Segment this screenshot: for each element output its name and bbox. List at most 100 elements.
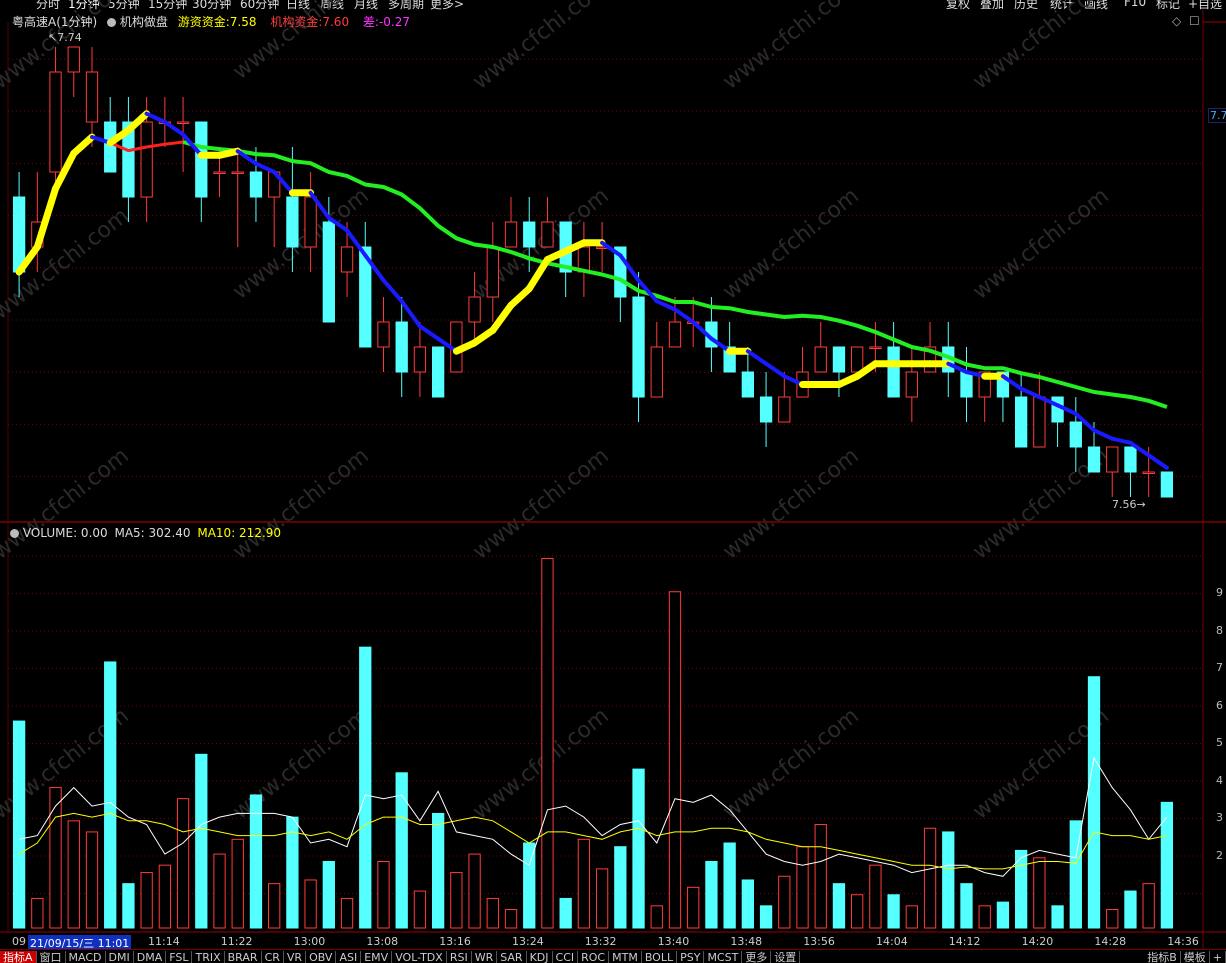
indicator-tab-right[interactable]: 模板	[1181, 951, 1210, 963]
volume-bar	[158, 864, 172, 929]
close-icon[interactable]: ☐	[1189, 14, 1200, 28]
indicator-tab[interactable]: TRIX	[192, 951, 225, 963]
chart-canvas[interactable]: www.cfchi.com www.cfchi.com www.cfchi.com w…	[0, 0, 1226, 962]
ma5-label: MA5: 302.40	[114, 526, 191, 540]
volume-bar	[85, 831, 99, 929]
volume-scale-label: 7	[1216, 661, 1223, 674]
indicator-tab-right[interactable]: 指标B	[1144, 951, 1181, 963]
candle-body	[851, 346, 864, 373]
candle-body	[395, 321, 408, 373]
volume-scale-label: 4	[1216, 773, 1223, 787]
volume-label: VOLUME: 0.00	[22, 526, 108, 540]
indicator-tab[interactable]: ASI	[336, 951, 362, 963]
volume-bar	[340, 897, 354, 929]
candle-body	[523, 221, 536, 248]
indicator-tab[interactable]: MCST	[704, 951, 743, 963]
indicator-tab[interactable]: BRAR	[225, 951, 262, 963]
indicator-tab[interactable]: PSY	[677, 951, 705, 963]
candle-body	[869, 346, 882, 349]
volume-bar	[268, 883, 281, 929]
volume-bar	[978, 905, 991, 929]
indicator-tab[interactable]: DMA	[134, 951, 167, 963]
candle-body	[504, 221, 518, 248]
indicator-name[interactable]: 机构做盘	[120, 15, 168, 29]
diamond-icon[interactable]: ◇	[1172, 14, 1182, 28]
indicator-toggle-icon[interactable]	[107, 18, 117, 27]
indicator-tab[interactable]: VR	[284, 951, 307, 963]
indicator-tab[interactable]: VOL-TDX	[392, 951, 447, 963]
volume-info-line: VOLUME: 0.00 MA5: 302.40 MA10: 212.90	[10, 526, 281, 540]
indicator-tab-right[interactable]: +	[1210, 951, 1226, 963]
indicator-tab[interactable]: WR	[472, 951, 498, 963]
candle-body	[759, 396, 773, 423]
candle-body	[1142, 471, 1155, 474]
indicator-tab[interactable]: FSL	[166, 951, 193, 963]
indicator-tab[interactable]: MTM	[609, 951, 642, 963]
volume-bar	[632, 768, 645, 929]
indicator-tab[interactable]: ROC	[578, 951, 610, 963]
indicator-tab[interactable]: SAR	[497, 951, 527, 963]
indicator-tab[interactable]: CCI	[553, 951, 579, 963]
indicator-tab[interactable]: 设置	[771, 951, 801, 963]
candle-body	[905, 371, 918, 398]
indicator-tab[interactable]: RSI	[447, 951, 472, 963]
candle-body	[231, 171, 244, 174]
ma10-label: MA10: 212.90	[197, 526, 282, 540]
candle-body	[49, 71, 62, 173]
volume-bar	[486, 897, 499, 929]
volume-bar	[104, 661, 117, 929]
indicator-tab[interactable]: 指标A	[0, 951, 37, 963]
ma-fast-line-segment	[216, 147, 242, 159]
indicator-tab[interactable]: CR	[262, 951, 284, 963]
volume-bar	[960, 883, 973, 929]
candle-body	[377, 321, 390, 348]
time-label: 14:20	[1021, 935, 1054, 948]
volume-bar	[577, 838, 591, 929]
indicator-tab[interactable]: EMV	[361, 951, 393, 963]
candle-body	[431, 346, 445, 398]
candle-body	[632, 296, 645, 398]
candle-body	[67, 46, 80, 73]
price-tag: 7.7	[1208, 108, 1226, 123]
candle-body	[668, 321, 682, 348]
time-label: 14:12	[948, 935, 981, 948]
time-label: 13:56	[803, 935, 835, 948]
candle-body	[176, 121, 190, 124]
volume-bar	[67, 820, 80, 929]
volume-bar	[249, 794, 263, 929]
candle-body	[140, 121, 153, 198]
volume-bar	[942, 831, 955, 929]
volume-bar	[832, 883, 846, 929]
time-label: 14:04	[876, 935, 908, 948]
candle-body	[778, 396, 791, 423]
jigou-label: 机构资金:	[270, 15, 323, 29]
volume-bar	[687, 886, 700, 929]
candle-body	[340, 246, 354, 273]
indicator-tab[interactable]: 窗口	[37, 951, 66, 963]
indicator-tab[interactable]: BOLL	[642, 951, 678, 963]
volume-scale-label: 3	[1216, 811, 1223, 824]
indicator-tab[interactable]: 更多	[742, 951, 772, 963]
candle-body	[887, 346, 900, 398]
time-label: 13:16	[439, 935, 471, 948]
time-label: 13:24	[512, 935, 544, 948]
time-label: 11:22	[220, 935, 253, 948]
volume-bar	[650, 905, 663, 929]
time-label: 13:32	[584, 935, 617, 948]
indicator-tab[interactable]: OBV	[306, 951, 337, 963]
volume-bar	[213, 853, 226, 929]
volume-bar	[431, 812, 445, 929]
volume-bar	[468, 853, 481, 929]
candle-body	[304, 196, 317, 248]
volume-bar	[1087, 676, 1101, 929]
candle-body	[468, 296, 481, 323]
volume-bar	[49, 787, 62, 929]
indicator-tab[interactable]: MACD	[66, 951, 106, 963]
candle-body	[413, 346, 427, 373]
volume-toggle-icon[interactable]	[10, 529, 19, 538]
volume-bar	[905, 905, 918, 929]
indicator-tab[interactable]: DMI	[106, 951, 134, 963]
jigou-value: 7.60	[322, 15, 350, 29]
volume-scale-label: 2	[1216, 848, 1223, 862]
indicator-tab[interactable]: KDJ	[527, 951, 553, 963]
